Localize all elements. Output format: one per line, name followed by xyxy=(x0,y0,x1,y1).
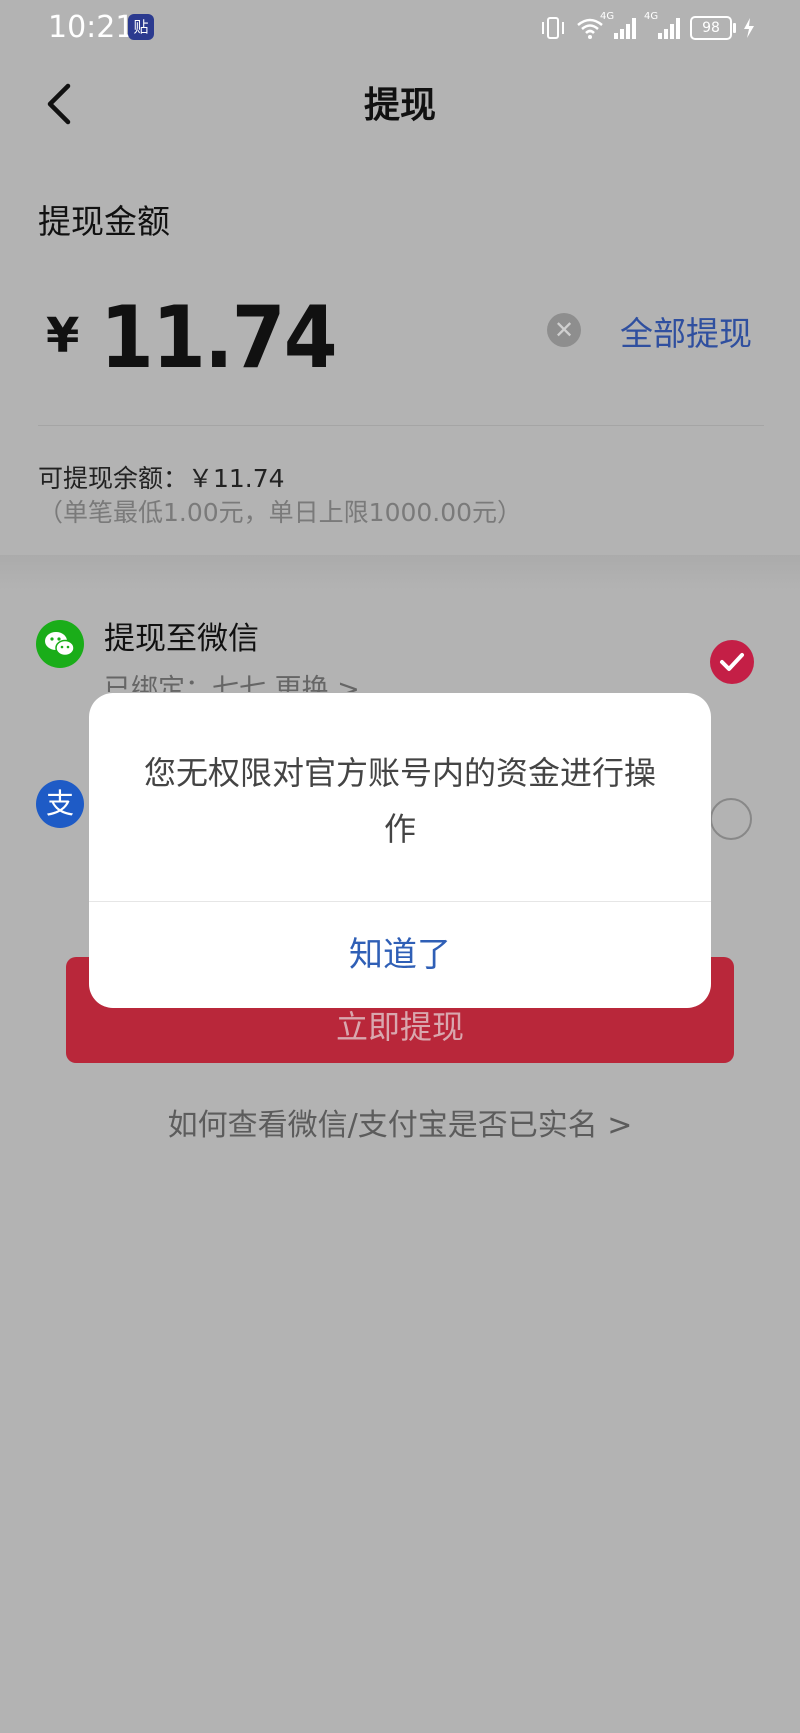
battery-icon: 98 xyxy=(690,16,736,40)
dialog-ok-button[interactable]: 知道了 xyxy=(89,902,711,1008)
page-title: 提现 xyxy=(363,85,436,126)
cell-signal-icon-2: 4G xyxy=(644,11,680,39)
wechat-icon xyxy=(36,620,84,668)
vibrate-icon xyxy=(542,17,564,39)
wechat-bound-info[interactable]: 已绑定：七七 更换 > xyxy=(104,672,360,692)
divider xyxy=(38,425,764,426)
withdraw-now-label: 立即提现 xyxy=(335,1008,464,1046)
close-icon: ✕ xyxy=(553,316,575,344)
withdraw-all-button[interactable]: 全部提现 xyxy=(620,312,752,356)
section-separator xyxy=(0,555,800,590)
alipay-radio[interactable] xyxy=(710,798,752,840)
wechat-bubbles-icon xyxy=(45,632,75,657)
balance-text: 可提现余额：￥11.74 xyxy=(38,464,285,493)
status-time: 10:21 xyxy=(48,10,135,45)
alipay-icon: 支 xyxy=(36,780,84,828)
verification-help-link[interactable]: 如何查看微信/支付宝是否已实名 > xyxy=(0,1104,800,1148)
wechat-option-label[interactable]: 提现至微信 xyxy=(104,618,259,660)
status-bar: 10:21 贴 4G 4G 98 xyxy=(0,0,800,56)
clear-amount-button[interactable]: ✕ xyxy=(547,313,581,347)
check-icon xyxy=(720,653,744,671)
charging-icon xyxy=(744,18,754,38)
balance-limit: （单笔最低1.00元，单日上限1000.00元） xyxy=(38,498,523,527)
amount-input[interactable]: 11.74 xyxy=(100,288,338,388)
currency-symbol: ¥ xyxy=(46,308,80,364)
cell-signal-icon: 4G xyxy=(600,11,636,39)
dialog-message: 您无权限对官方账号内的资金进行操作 xyxy=(143,754,656,848)
wechat-selected-radio[interactable] xyxy=(710,640,754,684)
permission-dialog: 您无权限对官方账号内的资金进行操作 知道了 xyxy=(89,693,711,1008)
app-notification-icon: 贴 xyxy=(128,14,154,40)
available-balance: 可提现余额：￥11.74 （单笔最低1.00元，单日上限1000.00元） xyxy=(38,462,768,530)
amount-label: 提现金额 xyxy=(38,202,170,241)
status-icons: 4G 4G 98 xyxy=(540,11,756,44)
